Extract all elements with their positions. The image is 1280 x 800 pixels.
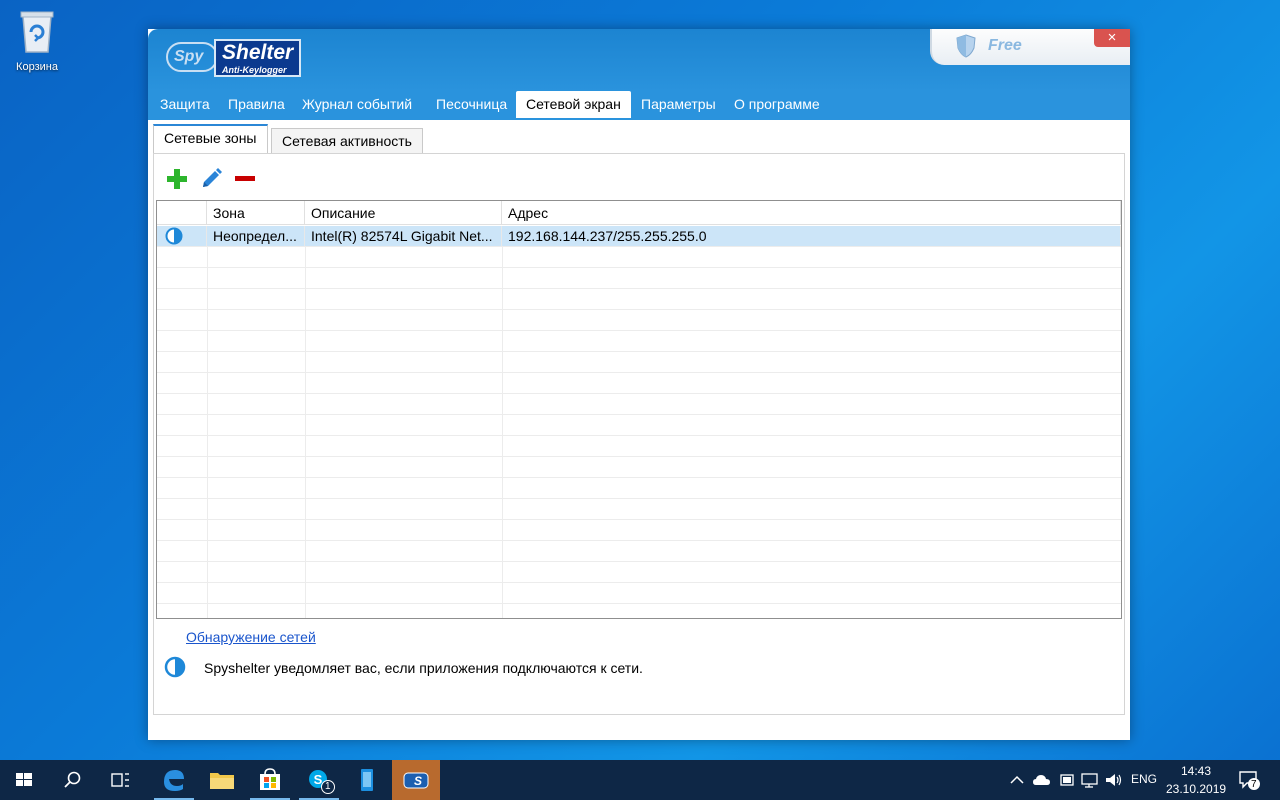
menu-settings[interactable]: Параметры — [631, 91, 726, 118]
column-zone[interactable]: Зона — [207, 201, 305, 225]
start-button[interactable] — [0, 760, 48, 800]
taskbar-edge[interactable] — [150, 760, 198, 800]
menu-firewall[interactable]: Сетевой экран — [516, 91, 631, 118]
column-description[interactable]: Описание — [305, 201, 502, 225]
add-zone-button[interactable] — [165, 167, 189, 191]
clock-date[interactable]: 23.10.2019 — [1166, 782, 1226, 796]
empty-row — [157, 457, 1121, 478]
empty-row — [157, 331, 1121, 352]
network-icon[interactable] — [1080, 771, 1100, 789]
edge-icon — [164, 770, 184, 791]
table-header: Зона Описание Адрес — [157, 201, 1121, 225]
task-view-button[interactable] — [96, 760, 144, 800]
half-circle-icon — [164, 656, 186, 678]
close-button[interactable]: × — [1094, 29, 1130, 47]
chevron-up-icon[interactable] — [1008, 772, 1026, 788]
empty-row — [157, 562, 1121, 583]
empty-row — [157, 289, 1121, 310]
main-menu: Защита Правила Журнал событий Песочница … — [148, 91, 1130, 120]
menu-event-log[interactable]: Журнал событий — [292, 91, 422, 118]
tab-network-activity[interactable]: Сетевая активность — [271, 128, 423, 155]
recycle-bin-label: Корзина — [16, 61, 58, 73]
logo-tagline: Anti-Keylogger — [222, 65, 287, 75]
empty-row — [157, 415, 1121, 436]
firewall-info-text: Spyshelter уведомляет вас, если приложен… — [204, 660, 643, 676]
empty-row — [157, 436, 1121, 457]
empty-row — [157, 373, 1121, 394]
search-button[interactable] — [48, 760, 96, 800]
shield-icon — [956, 34, 976, 58]
column-icon[interactable] — [157, 201, 207, 225]
skype-badge: 1 — [325, 781, 331, 792]
logo-shelter-block: Shelter Anti-Keylogger — [214, 39, 301, 77]
volume-icon[interactable] — [1104, 771, 1124, 789]
zones-table[interactable]: Зона Описание Адрес Неопредел... Intel(R… — [156, 200, 1122, 619]
row-status-cell — [157, 226, 207, 246]
taskbar: S 1 S ENG 14:43 23.10.2019 7 — [0, 760, 1280, 800]
empty-row — [157, 499, 1121, 520]
recycle-bin-shortcut[interactable]: Корзина — [6, 6, 68, 73]
spyshelter-icon: S — [403, 772, 429, 789]
spyshelter-window: Spy Shelter Anti-Keylogger Free × Защита… — [148, 29, 1130, 740]
search-icon — [64, 771, 81, 788]
empty-row — [157, 394, 1121, 415]
app-logo: Spy Shelter Anti-Keylogger — [166, 39, 301, 77]
menu-protection[interactable]: Защита — [150, 91, 220, 118]
taskbar-phone-app[interactable] — [344, 760, 392, 800]
recycle-bin-icon — [20, 11, 54, 53]
row-description-cell: Intel(R) 82574L Gigabit Net... — [305, 226, 502, 246]
empty-row — [157, 583, 1121, 604]
logo-shelter-text: Shelter — [222, 41, 294, 64]
menu-about[interactable]: О программе — [724, 91, 830, 118]
taskbar-store[interactable] — [246, 760, 294, 800]
empty-row — [157, 268, 1121, 289]
phone-icon — [361, 769, 373, 791]
edit-zone-button[interactable] — [199, 167, 223, 191]
windows-icon — [16, 773, 32, 786]
onedrive-icon[interactable] — [1032, 772, 1052, 788]
half-circle-icon — [165, 227, 183, 245]
edition-label: Free — [988, 37, 1022, 54]
logo-spy-text: Spy — [166, 42, 218, 72]
language-indicator[interactable]: ENG — [1131, 772, 1157, 786]
row-zone-cell: Неопредел... — [207, 226, 305, 246]
task-view-icon — [111, 773, 129, 787]
skype-icon: S — [309, 770, 335, 794]
notification-count: 7 — [1251, 779, 1257, 790]
store-icon — [260, 768, 280, 790]
tab-network-zones[interactable]: Сетевые зоны — [153, 124, 268, 154]
remove-zone-button[interactable] — [233, 167, 257, 191]
empty-row — [157, 520, 1121, 541]
empty-row — [157, 247, 1121, 268]
column-address[interactable]: Адрес — [502, 201, 1121, 225]
menu-rules[interactable]: Правила — [218, 91, 295, 118]
empty-row — [157, 478, 1121, 499]
taskbar-file-explorer[interactable] — [198, 760, 246, 800]
title-bar: Spy Shelter Anti-Keylogger Free × — [148, 29, 1130, 91]
taskbar-spyshelter[interactable]: S — [392, 760, 440, 800]
network-discovery-link[interactable]: Обнаружение сетей — [186, 629, 316, 645]
menu-sandbox[interactable]: Песочница — [426, 91, 517, 118]
empty-row — [157, 541, 1121, 562]
empty-row — [157, 604, 1121, 618]
taskbar-skype[interactable]: S 1 — [295, 760, 343, 800]
battery-icon[interactable] — [1057, 771, 1077, 789]
clock-time[interactable]: 14:43 — [1181, 764, 1211, 778]
svg-text:S: S — [414, 774, 422, 788]
row-address-cell: 192.168.144.237/255.255.255.0 — [502, 226, 1121, 246]
empty-row — [157, 310, 1121, 331]
folder-icon — [210, 773, 234, 789]
empty-row — [157, 352, 1121, 373]
svg-text:S: S — [314, 772, 323, 787]
table-row[interactable]: Неопредел... Intel(R) 82574L Gigabit Net… — [157, 226, 1121, 247]
